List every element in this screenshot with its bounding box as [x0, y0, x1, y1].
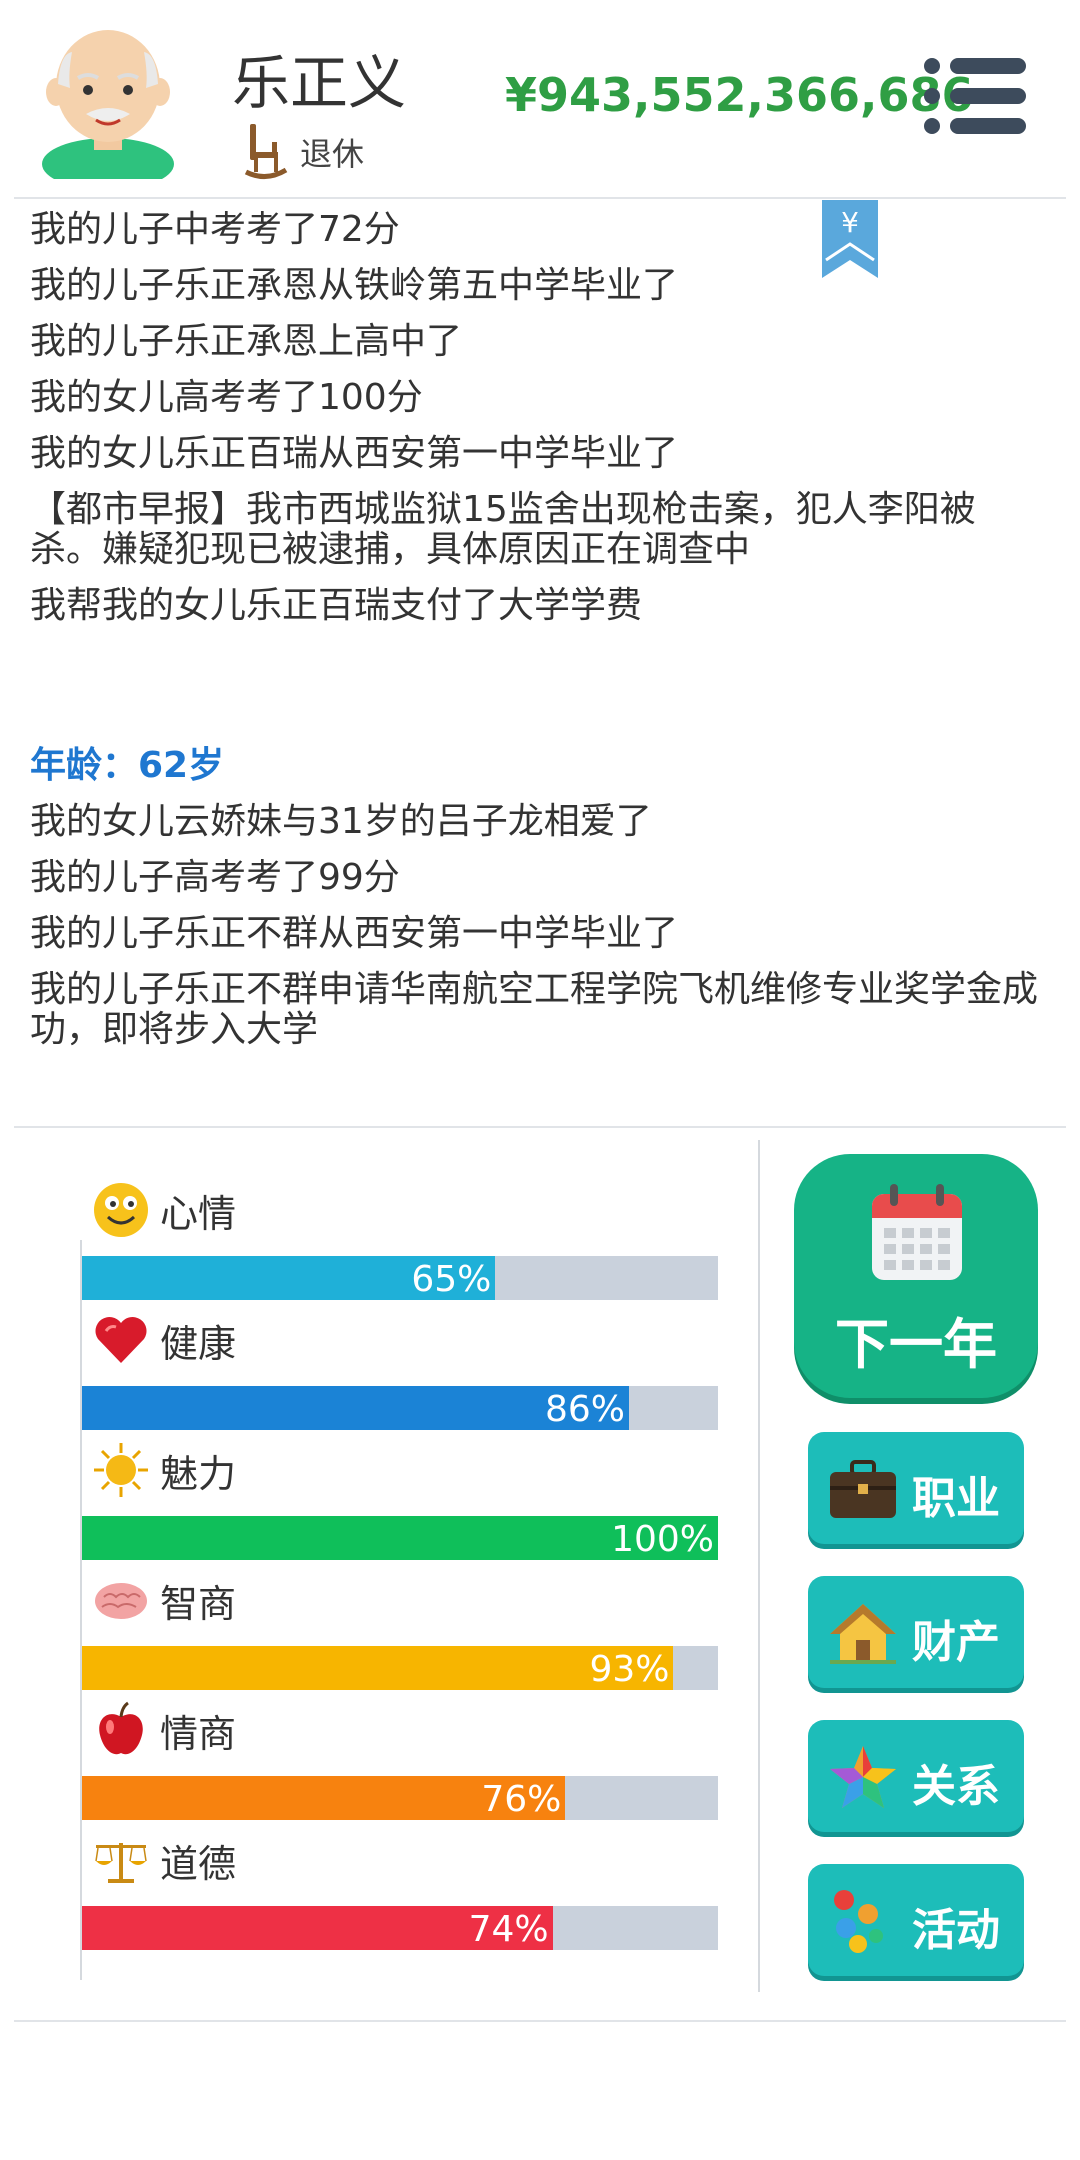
log-line: 【都市早报】我市西城监狱15监舍出现枪击案，犯人李阳被杀。嫌疑犯现已被逮捕，具体…: [30, 489, 976, 570]
player-name: 乐正义: [232, 49, 407, 117]
stat-health: 健康 86%: [80, 1310, 720, 1440]
stat-bar-fill: 100%: [82, 1516, 718, 1560]
log-line: 我的儿子乐正不群从西安第一中学毕业了: [30, 913, 679, 954]
log-line: 我的儿子乐正承恩从铁岭第五中学毕业了: [30, 265, 679, 306]
stat-label: 心情: [160, 1191, 237, 1236]
relations-label: 关系: [912, 1761, 1000, 1812]
relations-button[interactable]: 关系: [808, 1720, 1024, 1832]
next-year-button[interactable]: 下一年: [794, 1154, 1038, 1398]
rocking-chair-icon: [244, 124, 288, 179]
stat-label: 魅力: [160, 1451, 237, 1496]
smiley-icon: [94, 1183, 148, 1237]
log-line: 我的女儿高考考了100分: [30, 377, 423, 418]
stat-charm: 魅力 100%: [80, 1440, 720, 1570]
sun-icon: [94, 1443, 148, 1497]
status-row: 退休: [244, 122, 364, 182]
career-label: 职业: [912, 1473, 1000, 1524]
event-log: 我的儿子中考考了72分 我的儿子乐正承恩从铁岭第五中学毕业了 我的儿子乐正承恩上…: [30, 210, 1040, 1066]
menu-icon[interactable]: [922, 56, 1028, 136]
calendar-icon: [872, 1184, 962, 1280]
apple-icon: [99, 1701, 143, 1755]
age-line: 年龄：62岁: [30, 745, 225, 786]
stat-bar: 76%: [82, 1776, 718, 1820]
stat-percent: 65%: [411, 1259, 492, 1300]
heart-icon: [95, 1316, 147, 1363]
next-year-label: 下一年: [835, 1313, 997, 1376]
brain-icon: [95, 1583, 147, 1619]
stat-iq: 智商 93%: [80, 1570, 720, 1700]
activity-label: 活动: [912, 1905, 1000, 1956]
stat-bar: 86%: [82, 1386, 718, 1430]
star-icon: [830, 1746, 896, 1808]
stat-label: 智商: [160, 1581, 237, 1626]
bottom-divider: [14, 2020, 1066, 2022]
stat-bar-fill: 86%: [82, 1386, 629, 1430]
log-line: 我的儿子乐正承恩上高中了: [30, 321, 463, 362]
money-balance: ¥943,552,366,686: [505, 68, 974, 122]
stat-bar-fill: 74%: [82, 1906, 553, 1950]
log-line: 我的女儿云娇妹与31岁的吕子龙相爱了: [30, 801, 652, 842]
stat-percent: 100%: [611, 1519, 714, 1560]
log-line: 我帮我的女儿乐正百瑞支付了大学学费: [30, 585, 643, 626]
stat-percent: 86%: [544, 1389, 625, 1430]
stat-bar-fill: 93%: [82, 1646, 674, 1690]
stat-bar: 93%: [82, 1646, 718, 1690]
stat-bar: 74%: [82, 1906, 718, 1950]
stat-morality: 道德 74%: [80, 1830, 720, 1960]
career-button[interactable]: 职业: [808, 1432, 1024, 1544]
briefcase-icon: [830, 1460, 896, 1518]
log-line: 我的儿子高考考了99分: [30, 857, 400, 898]
status-text: 退休: [300, 135, 365, 173]
log-line: 我的女儿乐正百瑞从西安第一中学毕业了: [30, 433, 679, 474]
header-divider: [14, 197, 1066, 199]
top-header: 乐正义 退休 ¥943,552,366,686: [0, 0, 1080, 198]
stat-percent: 93%: [589, 1649, 670, 1690]
log-line: 我的儿子乐正不群申请华南航空工程学院飞机维修专业奖学金成功，即将步入大学: [30, 969, 1039, 1050]
stat-bar-fill: 76%: [82, 1776, 566, 1820]
column-divider: [758, 1140, 760, 1992]
activity-button[interactable]: 活动: [808, 1864, 1024, 1976]
stat-bar: 100%: [82, 1516, 718, 1560]
attribute-stats: 心情 65% 健康 86% 魅力 100% 智商 93% 情商 76% 道德 7…: [80, 1180, 720, 1960]
stat-mood: 心情 65%: [80, 1180, 720, 1310]
stat-bar: 65%: [82, 1256, 718, 1300]
property-label: 财产: [912, 1617, 1000, 1668]
house-icon: [830, 1604, 896, 1664]
stat-bar-fill: 65%: [82, 1256, 496, 1300]
property-button[interactable]: 财产: [808, 1576, 1024, 1688]
stat-label: 健康: [160, 1321, 237, 1366]
log-divider: [14, 1126, 1066, 1128]
log-gap: [30, 642, 1040, 746]
stat-label: 情商: [160, 1711, 237, 1756]
activity-dots-icon: [834, 1890, 883, 1953]
stat-percent: 76%: [481, 1779, 562, 1820]
avatar[interactable]: [38, 14, 178, 179]
stat-label: 道德: [160, 1841, 237, 1886]
stat-eq: 情商 76%: [80, 1700, 720, 1830]
scale-icon: [95, 1843, 147, 1883]
stat-percent: 74%: [468, 1909, 549, 1950]
log-line: 我的儿子中考考了72分: [30, 209, 400, 250]
